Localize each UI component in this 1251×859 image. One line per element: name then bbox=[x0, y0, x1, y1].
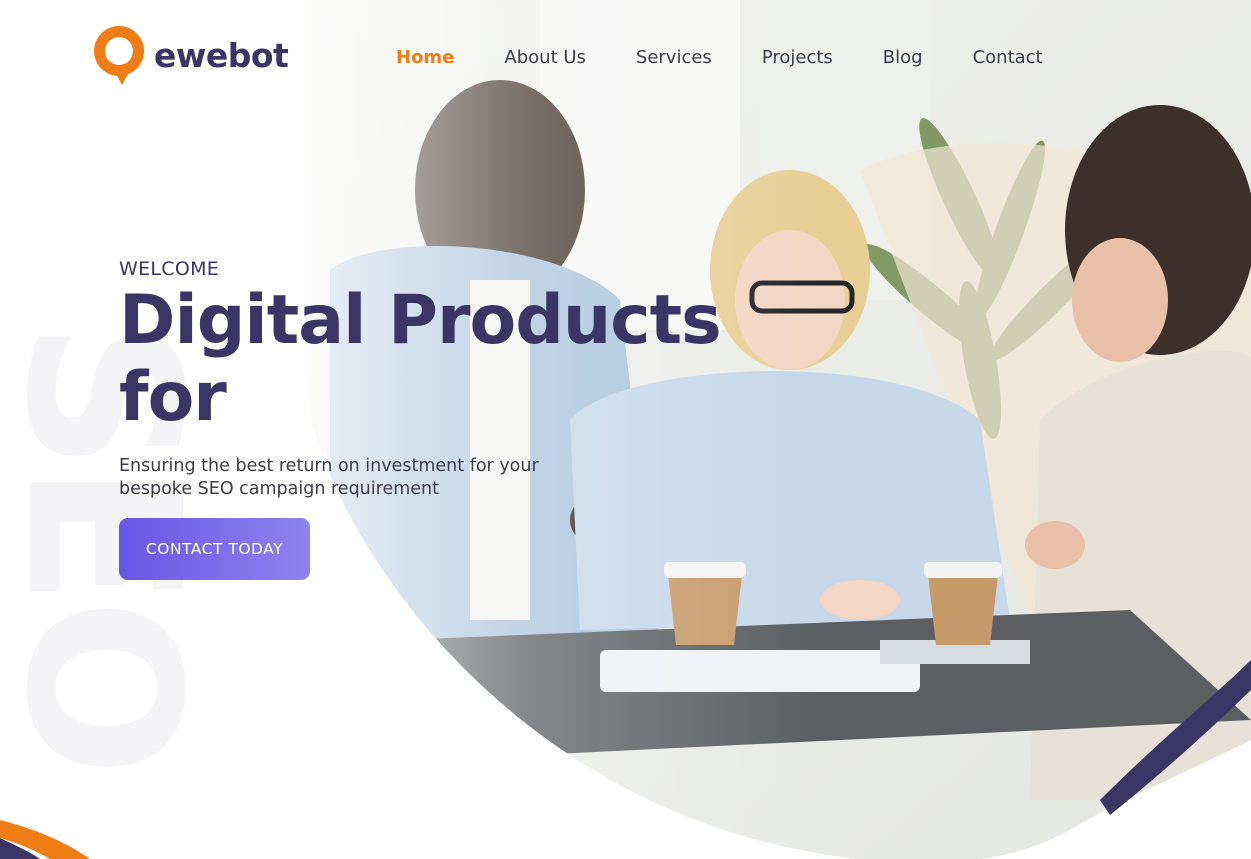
brand-logo[interactable]: ewebot bbox=[92, 24, 289, 86]
brand-name: ewebot bbox=[154, 35, 289, 75]
hero-subtitle: Ensuring the best return on investment f… bbox=[119, 456, 539, 499]
nav-home[interactable]: Home bbox=[396, 47, 454, 68]
hero-eyebrow: WELCOME bbox=[119, 258, 220, 280]
hero-headline: Digital Products for bbox=[119, 281, 722, 437]
nav-blog[interactable]: Blog bbox=[883, 47, 923, 68]
contact-today-button[interactable]: CONTACT TODAY bbox=[119, 518, 310, 580]
speech-bubble-logo-icon bbox=[94, 26, 144, 85]
hero-section: WELCOME Digital Products for Ensuring th… bbox=[119, 258, 739, 501]
nav-services[interactable]: Services bbox=[636, 47, 712, 68]
nav-about-us[interactable]: About Us bbox=[504, 47, 586, 68]
nav-projects[interactable]: Projects bbox=[762, 47, 833, 68]
main-nav: Home About Us Services Projects Blog Con… bbox=[396, 47, 1093, 68]
nav-contact[interactable]: Contact bbox=[973, 47, 1043, 68]
